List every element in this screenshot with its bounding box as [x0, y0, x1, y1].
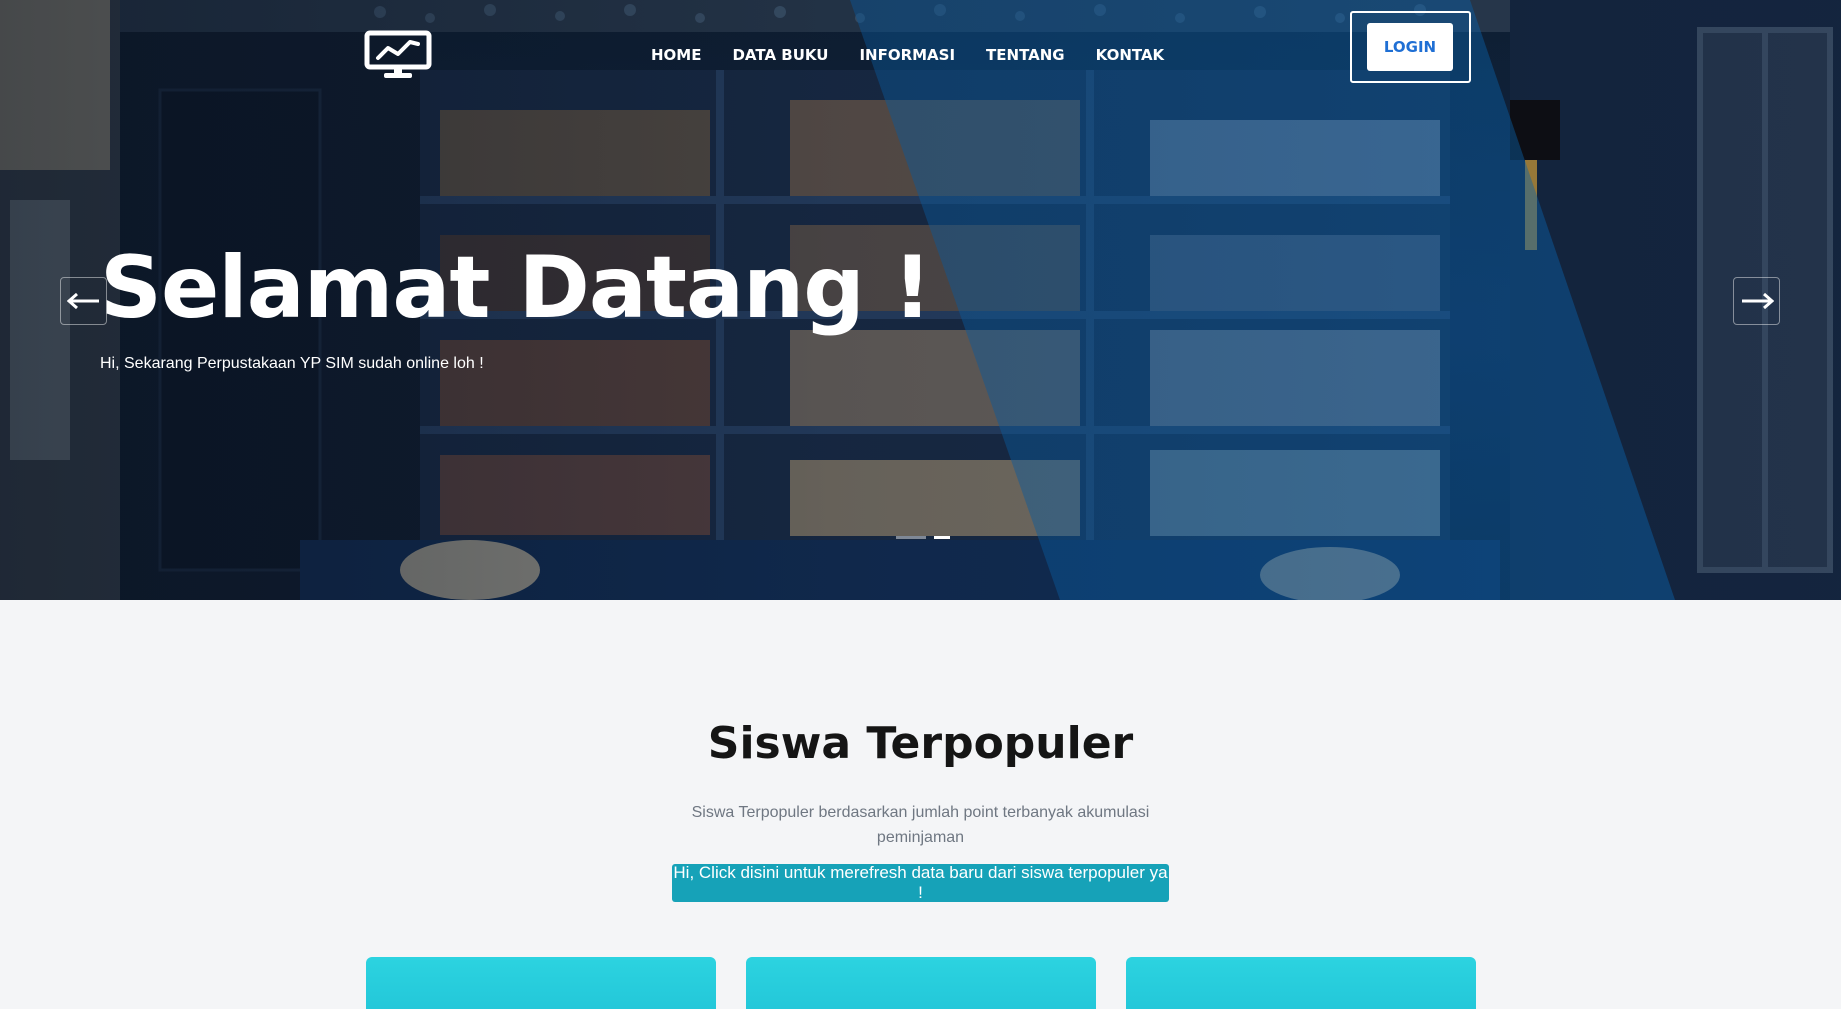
arrow-right-icon: [1741, 293, 1774, 309]
carousel-next-button[interactable]: [1733, 277, 1780, 325]
hero-subtitle: Hi, Sekarang Perpustakaan YP SIM sudah o…: [100, 355, 484, 372]
carousel-indicator-1[interactable]: [896, 536, 926, 539]
student-card[interactable]: [366, 957, 716, 1009]
section-title: Siswa Terpopuler: [707, 718, 1134, 769]
monitor-chart-icon[interactable]: [364, 30, 432, 80]
hero-carousel: HOME DATA BUKU INFORMASI TENTANG KONTAK …: [0, 0, 1841, 600]
refresh-popular-button[interactable]: Hi, Click disini untuk merefresh data ba…: [672, 863, 1169, 902]
main-nav: HOME DATA BUKU INFORMASI TENTANG KONTAK: [651, 46, 1195, 64]
section-description: Siswa Terpopuler berdasarkan jumlah poin…: [691, 804, 1150, 846]
login-button[interactable]: LOGIN: [1367, 23, 1453, 71]
nav-kontak[interactable]: KONTAK: [1096, 46, 1165, 64]
nav-home[interactable]: HOME: [651, 46, 701, 64]
nav-data-buku[interactable]: DATA BUKU: [732, 46, 828, 64]
carousel-prev-button[interactable]: [60, 277, 107, 325]
nav-informasi[interactable]: INFORMASI: [859, 46, 955, 64]
carousel-indicator-2[interactable]: [934, 536, 950, 539]
carousel-indicators: [896, 536, 950, 539]
hero-title: Selamat Datang !: [100, 238, 932, 338]
student-card[interactable]: [1126, 957, 1476, 1009]
nav-tentang[interactable]: TENTANG: [986, 46, 1065, 64]
arrow-left-icon: [66, 293, 99, 309]
student-card[interactable]: [746, 957, 1096, 1009]
